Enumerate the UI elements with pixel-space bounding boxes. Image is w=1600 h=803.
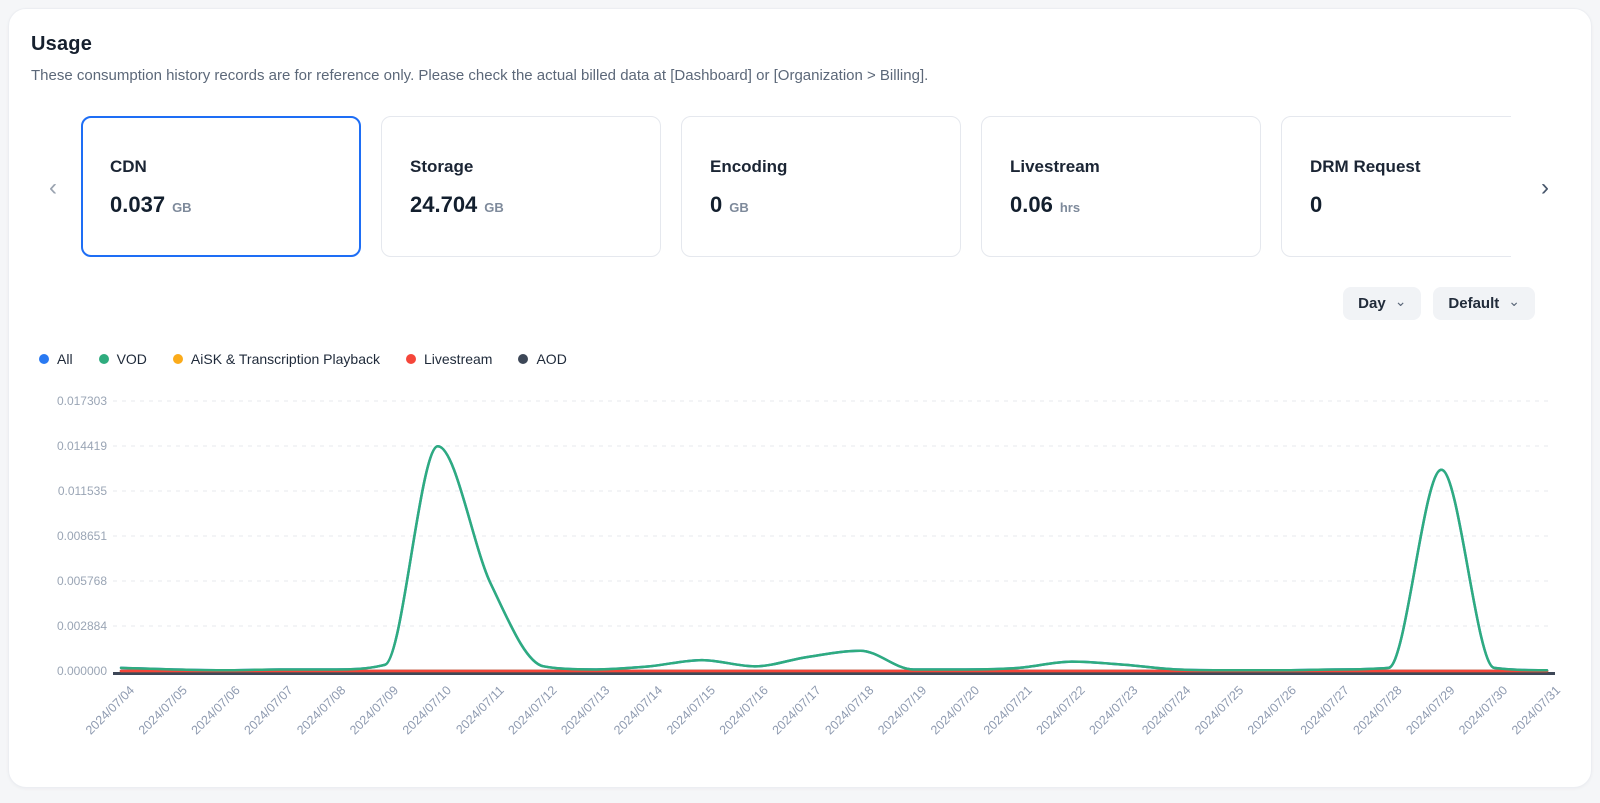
mode-dropdown[interactable]: Default ⌄ [1433,287,1535,320]
card-unit: GB [484,200,504,215]
chevron-right-icon: › [1541,176,1549,200]
card-label: Encoding [710,157,960,177]
x-axis-label: 2024/07/05 [136,683,190,737]
x-axis-label: 2024/07/15 [664,683,718,737]
card-value: 0.06 [1010,192,1053,218]
legend-dot-icon [99,354,109,364]
card-unit: hrs [1060,200,1080,215]
card-label: Livestream [1010,157,1260,177]
x-axis-label: 2024/07/21 [981,683,1035,737]
x-axis-label: 2024/07/26 [1245,683,1299,737]
x-axis-label: 2024/07/10 [400,683,454,737]
x-axis-label: 2024/07/17 [770,683,824,737]
usage-panel: Usage These consumption history records … [8,8,1592,788]
card-unit: GB [729,200,749,215]
usage-card-livestream[interactable]: Livestream 0.06 hrs [981,116,1261,257]
x-axis-label: 2024/07/24 [1139,683,1193,737]
legend-item-aisk-transcription-playback[interactable]: AiSK & Transcription Playback [173,351,380,367]
chevron-down-icon: ⌄ [1508,297,1520,305]
chart-filters: Day ⌄ Default ⌄ [1343,287,1535,320]
y-axis-label: 0.017303 [57,394,107,408]
carousel-prev-button[interactable]: ‹ [39,174,67,202]
carousel-next-button[interactable]: › [1531,174,1559,202]
chevron-down-icon: ⌄ [1395,297,1407,305]
x-axis-label: 2024/07/18 [822,683,876,737]
x-axis-label: 2024/07/27 [1298,683,1352,737]
usage-line-chart[interactable]: 0.017303 0.014419 0.011535 0.008651 0.005768… [9,373,1593,783]
usage-card-drm-request[interactable]: DRM Request 0 [1281,116,1511,257]
mode-dropdown-label: Default [1448,295,1499,312]
x-axis-label: 2024/07/16 [717,683,771,737]
x-axis-label: 2024/07/29 [1403,683,1457,737]
chevron-left-icon: ‹ [49,176,57,200]
usage-cards-viewport: CDN 0.037 GB Storage 24.704 GB Encoding … [81,116,1511,266]
x-axis-label: 2024/07/14 [611,683,665,737]
x-axis-label: 2024/07/25 [1192,683,1246,737]
usage-page: { "header": { "title": "Usage", "subtitl… [0,0,1600,803]
card-label: Storage [410,157,660,177]
x-axis-label: 2024/07/04 [83,683,137,737]
legend-dot-icon [173,354,183,364]
legend-dot-icon [406,354,416,364]
series-line-all [121,446,1547,670]
card-value: 0 [710,192,722,218]
granularity-dropdown[interactable]: Day ⌄ [1343,287,1421,320]
card-value: 24.704 [410,192,477,218]
granularity-dropdown-label: Day [1358,295,1386,312]
x-axis-label: 2024/07/31 [1509,683,1563,737]
series-line-vod [121,446,1547,670]
x-axis-label: 2024/07/11 [453,683,507,737]
x-axis-label: 2024/07/13 [558,683,612,737]
legend-item-all[interactable]: All [39,351,73,367]
y-axis-label: 0.014419 [57,439,107,453]
legend-item-livestream[interactable]: Livestream [406,351,492,367]
legend-item-vod[interactable]: VOD [99,351,147,367]
x-axis-label: 2024/07/23 [1086,683,1140,737]
card-label: DRM Request [1310,157,1511,177]
card-value: 0 [1310,192,1322,218]
x-axis-label: 2024/07/12 [506,683,560,737]
card-unit: GB [172,200,192,215]
legend-dot-icon [518,354,528,364]
y-axis-label: 0.000000 [57,664,107,678]
usage-card-encoding[interactable]: Encoding 0 GB [681,116,961,257]
card-value: 0.037 [110,192,165,218]
x-axis-label: 2024/07/09 [347,683,401,737]
x-axis-label: 2024/07/08 [294,683,348,737]
page-subtitle: These consumption history records are fo… [31,67,928,84]
legend-item-aod[interactable]: AOD [518,351,566,367]
y-axis-label: 0.008651 [57,529,107,543]
legend-dot-icon [39,354,49,364]
usage-cards-row: CDN 0.037 GB Storage 24.704 GB Encoding … [81,116,1511,257]
x-axis-label: 2024/07/07 [241,683,295,737]
x-axis-label: 2024/07/06 [189,683,243,737]
x-axis-label: 2024/07/22 [1034,683,1088,737]
x-axis-label: 2024/07/30 [1456,683,1510,737]
y-axis-label: 0.005768 [57,574,107,588]
y-axis-label: 0.002884 [57,619,107,633]
card-label: CDN [110,157,359,177]
x-axis-label: 2024/07/28 [1351,683,1405,737]
page-title: Usage [31,33,92,56]
usage-card-cdn[interactable]: CDN 0.037 GB [81,116,361,257]
usage-card-storage[interactable]: Storage 24.704 GB [381,116,661,257]
chart-legend: All VOD AiSK & Transcription Playback Li… [39,351,567,367]
x-axis-label: 2024/07/20 [928,683,982,737]
y-axis-label: 0.011535 [58,484,107,498]
x-axis-label: 2024/07/19 [875,683,929,737]
